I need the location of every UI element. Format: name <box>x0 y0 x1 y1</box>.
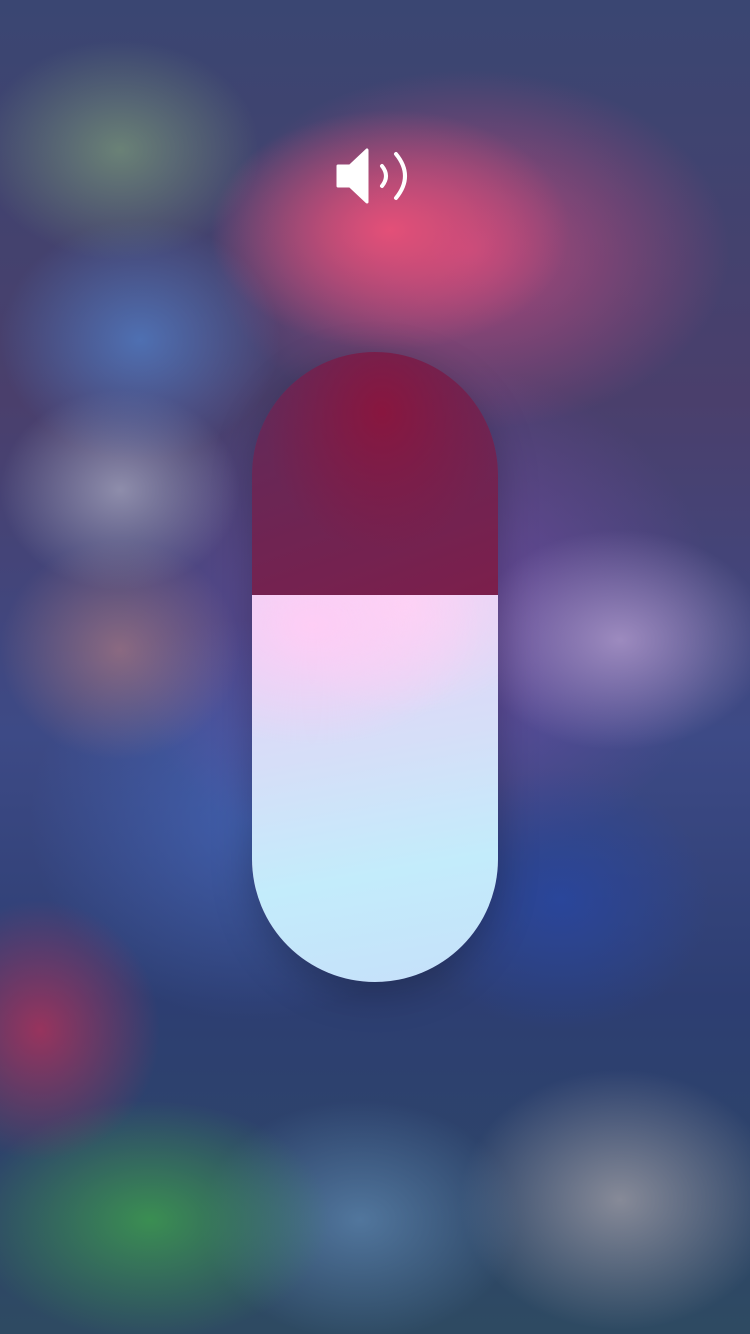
volume-control-screen <box>0 0 750 1334</box>
volume-slider[interactable] <box>252 352 498 982</box>
speaker-wave-icon <box>336 148 407 204</box>
volume-level-fill <box>252 594 498 982</box>
